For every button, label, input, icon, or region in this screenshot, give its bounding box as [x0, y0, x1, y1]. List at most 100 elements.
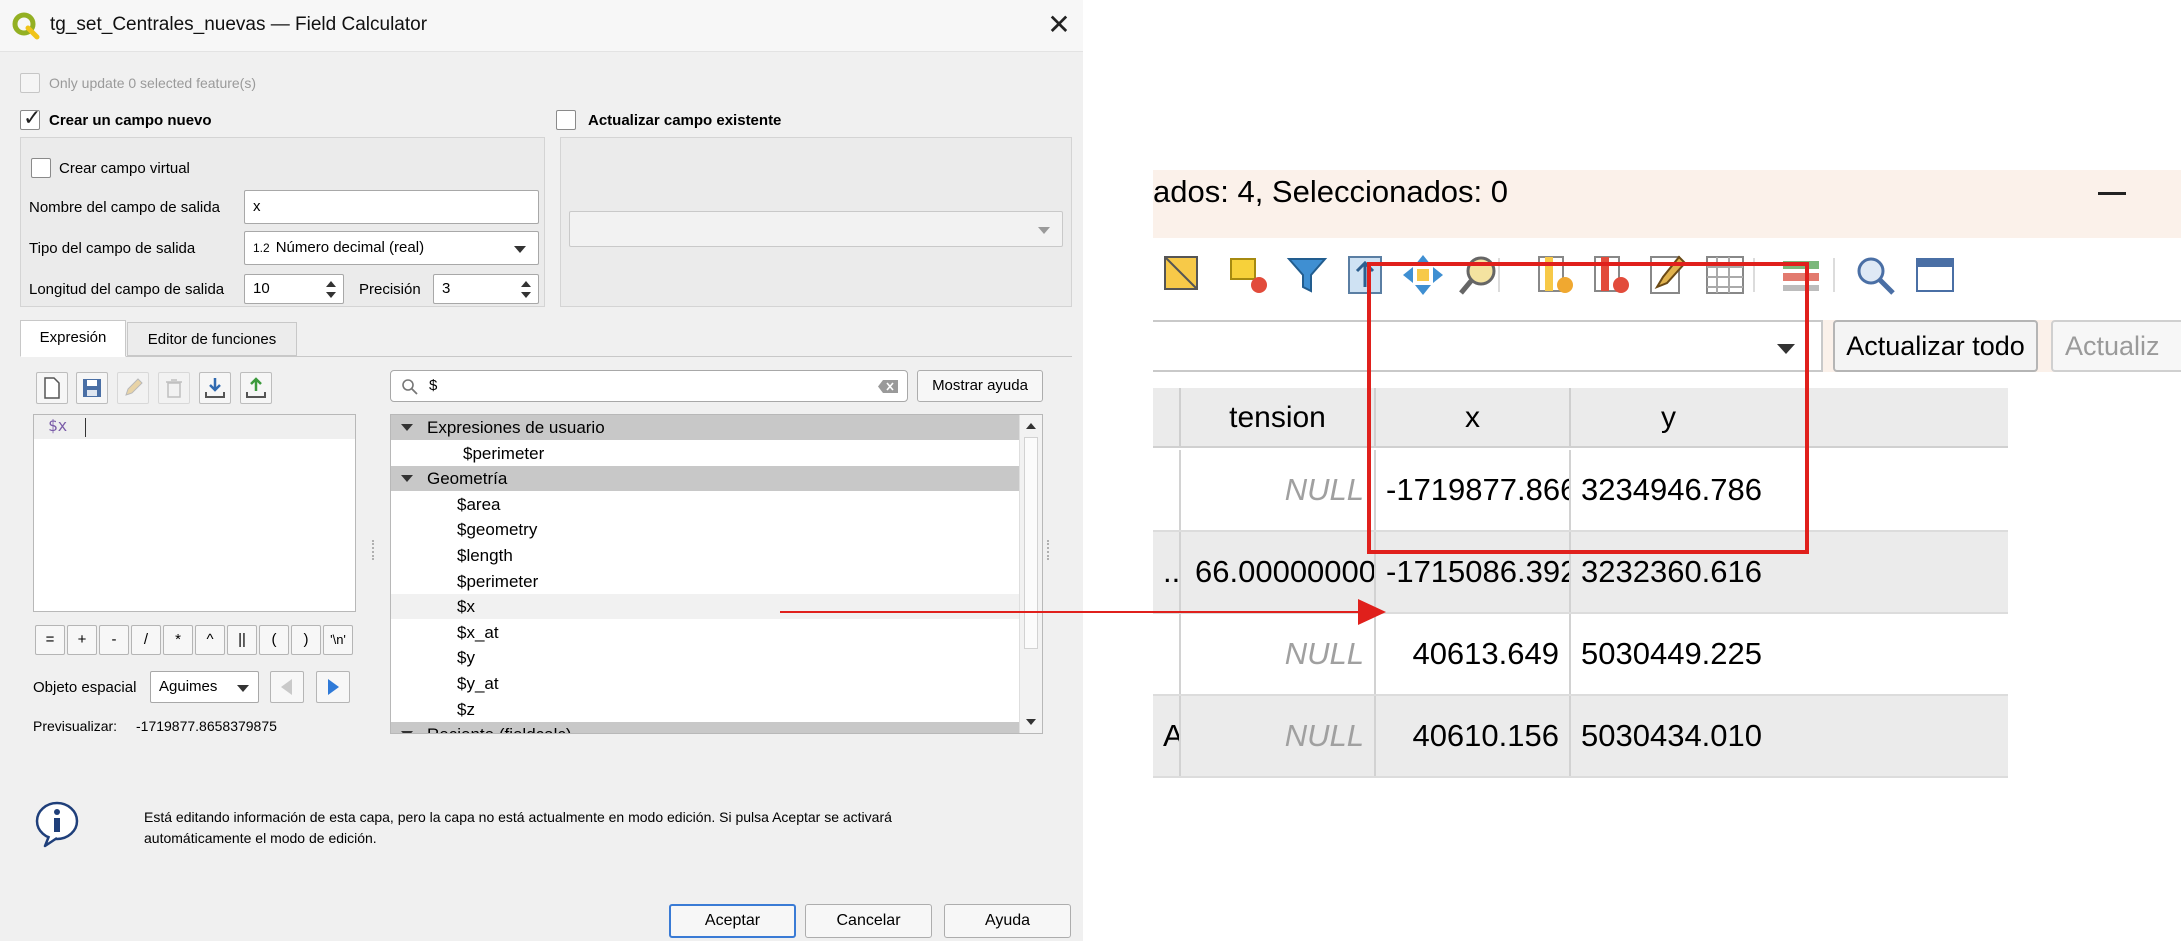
operator-minus-button[interactable]: -	[99, 625, 129, 655]
feature-count-status: ados: 4, Seleccionados: 0	[1153, 174, 1509, 209]
update-existing-field-checkbox[interactable]	[556, 110, 576, 130]
tree-scrollbar[interactable]	[1019, 415, 1042, 733]
tree-group-item[interactable]: Geometría	[391, 466, 1019, 492]
tree-group-item[interactable]: Reciente (fieldcalc)	[391, 722, 1019, 733]
tree-function-item[interactable]: $z	[391, 697, 1019, 722]
filter-icon[interactable]	[1285, 253, 1329, 297]
operator-newline-button[interactable]: '\n'	[323, 625, 353, 655]
tree-group-item[interactable]: Expresiones de usuario	[391, 415, 1019, 440]
operator-open-paren-button[interactable]: (	[259, 625, 289, 655]
expression-editor[interactable]: $x	[33, 414, 356, 612]
tree-item-label: $length	[457, 546, 513, 565]
update-selected-button[interactable]: Actualiz	[2051, 320, 2181, 372]
cell-lead[interactable]: ..	[1153, 532, 1181, 612]
operator-power-button[interactable]: ^	[195, 625, 225, 655]
function-search-input[interactable]: $	[390, 370, 908, 402]
search-value: $	[429, 377, 438, 394]
column-header-tension[interactable]: tension	[1181, 388, 1376, 448]
edit-button[interactable]	[117, 372, 149, 404]
close-icon[interactable]: ✕	[1044, 10, 1074, 40]
next-feature-button[interactable]	[316, 671, 350, 703]
cell-y[interactable]: 5030449.225	[1571, 614, 1766, 694]
tree-item-label: $y	[457, 648, 475, 668]
decimal-type-icon: 1.2	[253, 241, 270, 255]
create-new-field-label: Crear un campo nuevo	[49, 112, 212, 129]
toggle-editing-icon[interactable]	[1161, 253, 1205, 297]
show-help-button[interactable]: Mostrar ayuda	[917, 370, 1043, 402]
column-header-hidden[interactable]	[1153, 388, 1181, 448]
expand-arrow-icon[interactable]	[401, 424, 413, 431]
scroll-up-icon[interactable]	[1026, 423, 1036, 429]
tree-function-item[interactable]: $perimeter	[391, 569, 1019, 594]
tree-function-item[interactable]: $y	[391, 645, 1019, 670]
only-update-checkbox[interactable]	[20, 73, 40, 93]
update-all-button[interactable]: Actualizar todo	[1833, 320, 2038, 372]
scroll-down-icon[interactable]	[1026, 719, 1036, 725]
field-calculator-dialog: tg_set_Centrales_nuevas — Field Calculat…	[0, 0, 1083, 941]
cell-x[interactable]: 40613.649	[1376, 614, 1571, 694]
create-new-field-checkbox[interactable]: ✓	[20, 105, 41, 130]
expand-arrow-icon[interactable]	[401, 475, 413, 483]
clear-search-icon[interactable]	[877, 379, 899, 394]
tree-function-item[interactable]: $x	[391, 594, 1019, 620]
import-button[interactable]	[199, 372, 231, 404]
operator-multiply-button[interactable]: *	[163, 625, 193, 655]
delete-button[interactable]	[158, 372, 190, 404]
new-field-group: Crear campo virtual Nombre del campo de …	[20, 137, 545, 307]
table-row[interactable]: ANULL40610.1565030434.010	[1153, 696, 2008, 778]
help-button[interactable]: Ayuda	[944, 904, 1071, 938]
length-label: Longitud del campo de salida	[29, 281, 225, 298]
spin-up-icon[interactable]	[326, 281, 336, 287]
tree-function-item[interactable]: $y_at	[391, 671, 1019, 696]
tree-function-item[interactable]: $geometry	[391, 517, 1019, 542]
cell-lead[interactable]: A	[1153, 696, 1181, 776]
save-icon	[83, 379, 101, 397]
expand-arrow-icon[interactable]	[401, 731, 413, 733]
previous-feature-button[interactable]	[270, 671, 304, 703]
scrollbar-thumb[interactable]	[1024, 437, 1038, 649]
tree-function-item[interactable]: $area	[391, 492, 1019, 517]
cell-tension[interactable]: NULL	[1181, 450, 1376, 530]
existing-field-combo[interactable]	[569, 211, 1063, 247]
cell-tension[interactable]: NULL	[1181, 614, 1376, 694]
operator-divide-button[interactable]: /	[131, 625, 161, 655]
deselect-icon[interactable]	[1227, 253, 1271, 297]
tree-function-item[interactable]: $length	[391, 543, 1019, 568]
accept-button[interactable]: Aceptar	[669, 904, 796, 938]
tree-function-item[interactable]: $perimeter	[391, 441, 1019, 466]
save-button[interactable]	[76, 372, 108, 404]
operator-close-paren-button[interactable]: )	[291, 625, 321, 655]
tab-function-editor[interactable]: Editor de funciones	[127, 322, 297, 356]
minimize-icon[interactable]	[2098, 192, 2126, 195]
cell-lead[interactable]	[1153, 450, 1181, 530]
tree-item-label: $perimeter	[457, 571, 539, 591]
cell-tension[interactable]: NULL	[1181, 696, 1376, 776]
cell-x[interactable]: 40610.156	[1376, 696, 1571, 776]
tree-function-item[interactable]: $x_at	[391, 620, 1019, 645]
operator-concat-button[interactable]: ||	[227, 625, 257, 655]
cancel-button[interactable]: Cancelar	[805, 904, 932, 938]
tab-expression[interactable]: Expresión	[20, 320, 126, 357]
output-name-input[interactable]: x	[244, 190, 539, 224]
operator-plus-button[interactable]: +	[67, 625, 97, 655]
cell-lead[interactable]	[1153, 614, 1181, 694]
splitter-handle[interactable]	[372, 540, 375, 560]
virtual-field-checkbox[interactable]	[31, 158, 51, 178]
precision-spinbox[interactable]: 3	[433, 274, 539, 304]
export-button[interactable]	[240, 372, 272, 404]
spin-up-icon[interactable]	[521, 281, 531, 287]
spatial-object-combo[interactable]: Aguimes	[150, 671, 259, 703]
operator-equals-button[interactable]: =	[35, 625, 65, 655]
table-row[interactable]: NULL 40613.649 5030449.225	[1153, 614, 2008, 696]
spin-down-icon[interactable]	[521, 292, 531, 298]
length-spinbox[interactable]: 10	[244, 274, 344, 304]
splitter-handle[interactable]	[1047, 540, 1050, 560]
cell-y[interactable]: 5030434.010	[1571, 696, 1766, 776]
spin-down-icon[interactable]	[326, 292, 336, 298]
output-type-combo[interactable]: 1.2 Número decimal (real)	[244, 231, 539, 265]
dock-table-icon[interactable]	[1913, 253, 1957, 297]
cell-tension[interactable]: 66.0000000000...	[1181, 532, 1376, 612]
new-file-button[interactable]	[36, 372, 68, 404]
actions-icon[interactable]	[1853, 253, 1897, 297]
chevron-down-icon	[1038, 227, 1050, 234]
